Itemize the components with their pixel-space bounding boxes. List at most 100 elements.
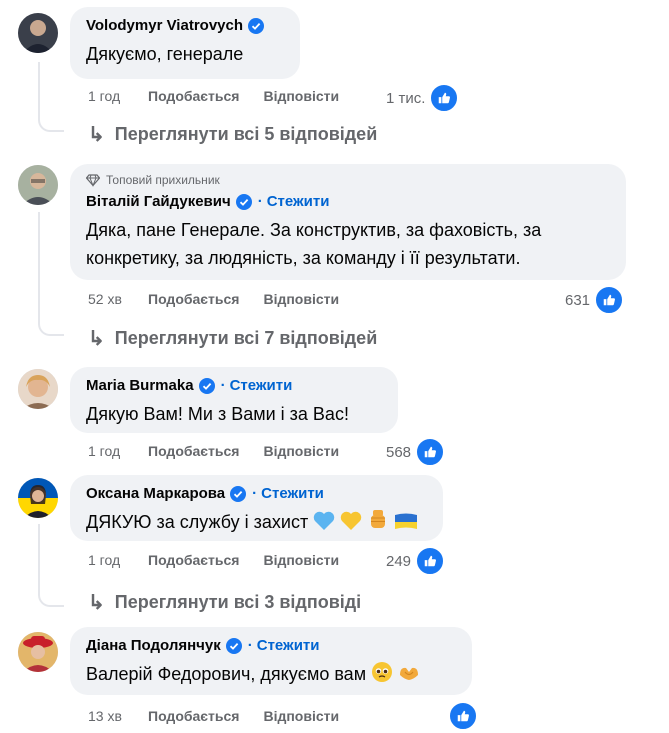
reaction-summary[interactable]	[444, 701, 478, 731]
comment-text-line: Дяка, пане Генерале. За конструктив, за …	[86, 220, 542, 240]
comment-actions: 1 год Подобається Відповісти	[88, 443, 363, 459]
timestamp[interactable]: 1 год	[88, 552, 148, 568]
thread-line	[38, 62, 40, 114]
verified-badge-icon	[248, 18, 265, 34]
reaction-summary[interactable]: 1 тис.	[386, 83, 460, 113]
comment-text-body: ДЯКУЮ за службу і захист	[86, 512, 309, 532]
author-name[interactable]: Volodymyr Viatrovych	[86, 16, 243, 36]
thread-line	[38, 524, 40, 589]
top-fan-badge: Топовий прихильник	[86, 173, 610, 187]
reply-arrow-icon: ↳	[88, 592, 105, 614]
thread-connector	[38, 112, 64, 132]
comment-bubble: Діана Подолянчук · Стежити Валерій Федор…	[70, 627, 472, 695]
separator-dot: ·	[220, 377, 226, 394]
thread-connector	[38, 316, 64, 336]
comment-actions: 1 год Подобається Відповісти	[88, 88, 363, 104]
avatar-photo-icon	[18, 165, 58, 205]
pleading-face-icon	[372, 662, 393, 682]
verified-badge-icon	[230, 486, 247, 502]
follow-button[interactable]: Стежити	[261, 484, 324, 504]
like-button[interactable]: Подобається	[148, 88, 239, 104]
comment-bubble: Оксана Маркарова · Стежити ДЯКУЮ за служ…	[70, 475, 443, 541]
avatar[interactable]	[18, 632, 58, 672]
reply-arrow-icon: ↳	[88, 328, 105, 350]
like-reaction-icon	[448, 701, 478, 731]
raised-fist-icon	[371, 510, 386, 528]
comment-bubble: Volodymyr Viatrovych Дякуємо, генерале	[70, 7, 300, 79]
reaction-summary[interactable]: 568	[386, 437, 446, 467]
reaction-count: 631	[565, 291, 591, 309]
comment-actions: 1 год Подобається Відповісти	[88, 552, 363, 568]
avatar-photo-icon	[18, 13, 58, 53]
comment-text: Дякую Вам! Ми з Вами і за Вас!	[86, 404, 349, 424]
comment-actions: 13 хв Подобається Відповісти	[88, 708, 363, 724]
verified-badge-icon	[235, 194, 252, 210]
yellow-heart-icon	[341, 511, 362, 530]
author-name[interactable]: Віталій Гайдукевич	[86, 192, 231, 212]
follow-button[interactable]: Стежити	[267, 192, 330, 212]
view-replies-label: Переглянути всі 3 відповіді	[114, 592, 362, 612]
reaction-summary[interactable]: 631	[565, 285, 625, 315]
reply-arrow-icon: ↳	[88, 124, 105, 146]
verified-badge-icon	[198, 378, 215, 394]
like-button[interactable]: Подобається	[148, 443, 239, 459]
author-name[interactable]: Діана Подолянчук	[86, 636, 221, 656]
reaction-count: 1 тис.	[386, 89, 426, 107]
comment-actions: 52 хв Подобається Відповісти	[88, 291, 363, 307]
blue-heart-icon	[314, 511, 335, 530]
timestamp[interactable]: 13 хв	[88, 708, 148, 724]
like-reaction-icon	[594, 285, 625, 315]
reply-button[interactable]: Відповісти	[263, 291, 339, 307]
comment-bubble: Топовий прихильник Віталій Гайдукевич · …	[70, 164, 626, 280]
reaction-count: 568	[386, 443, 412, 461]
reaction-count: 249	[386, 552, 412, 570]
like-reaction-icon	[429, 83, 460, 113]
view-replies-label: Переглянути всі 7 відповідей	[114, 328, 378, 348]
timestamp[interactable]: 1 год	[88, 443, 148, 459]
top-fan-label: Топовий прихильник	[106, 173, 220, 187]
heart-hands-icon	[400, 667, 419, 680]
reply-button[interactable]: Відповісти	[263, 708, 339, 724]
avatar-photo-icon	[18, 632, 58, 672]
avatar[interactable]	[18, 369, 58, 409]
avatar[interactable]	[18, 13, 58, 53]
separator-dot: ·	[247, 637, 253, 654]
avatar[interactable]	[18, 478, 58, 518]
avatar-photo-icon	[18, 478, 58, 518]
comment-text: Дяка, пане Генерале. За конструктив, за …	[86, 216, 610, 272]
ukraine-flag-icon	[395, 513, 418, 529]
thread-connector	[38, 587, 64, 607]
view-replies-link[interactable]: ↳ Переглянути всі 5 відповідей	[88, 122, 377, 147]
follow-button[interactable]: Стежити	[230, 376, 293, 396]
author-name[interactable]: Maria Burmaka	[86, 376, 194, 396]
timestamp[interactable]: 1 год	[88, 88, 148, 104]
comment-bubble: Maria Burmaka · Стежити Дякую Вам! Ми з …	[70, 367, 398, 433]
reply-button[interactable]: Відповісти	[263, 552, 339, 568]
like-button[interactable]: Подобається	[148, 708, 239, 724]
separator-dot: ·	[252, 485, 258, 502]
comment-text: ДЯКУЮ за службу і захист	[86, 508, 427, 536]
like-reaction-icon	[415, 437, 446, 467]
like-button[interactable]: Подобається	[148, 291, 239, 307]
like-button[interactable]: Подобається	[148, 552, 239, 568]
verified-badge-icon	[225, 638, 242, 654]
separator-dot: ·	[257, 193, 263, 210]
like-reaction-icon	[415, 546, 446, 576]
reply-button[interactable]: Відповісти	[263, 88, 339, 104]
diamond-icon	[86, 174, 100, 187]
reaction-summary[interactable]: 249	[386, 546, 446, 576]
view-replies-label: Переглянути всі 5 відповідей	[114, 124, 378, 144]
reply-button[interactable]: Відповісти	[263, 443, 339, 459]
view-replies-link[interactable]: ↳ Переглянути всі 3 відповіді	[88, 590, 361, 615]
comment-text: Валерій Федорович, дякуємо вам	[86, 660, 456, 688]
thread-line	[38, 212, 40, 318]
avatar-photo-icon	[18, 369, 58, 409]
author-name[interactable]: Оксана Маркарова	[86, 484, 225, 504]
timestamp[interactable]: 52 хв	[88, 291, 148, 307]
comment-text: Дякуємо, генерале	[86, 44, 244, 64]
view-replies-link[interactable]: ↳ Переглянути всі 7 відповідей	[88, 326, 377, 351]
comment-text-line: конкретику, за людяність, за команду і ї…	[86, 248, 521, 268]
avatar[interactable]	[18, 165, 58, 205]
comment-text-body: Валерій Федорович, дякуємо вам	[86, 664, 367, 684]
follow-button[interactable]: Стежити	[257, 636, 320, 656]
